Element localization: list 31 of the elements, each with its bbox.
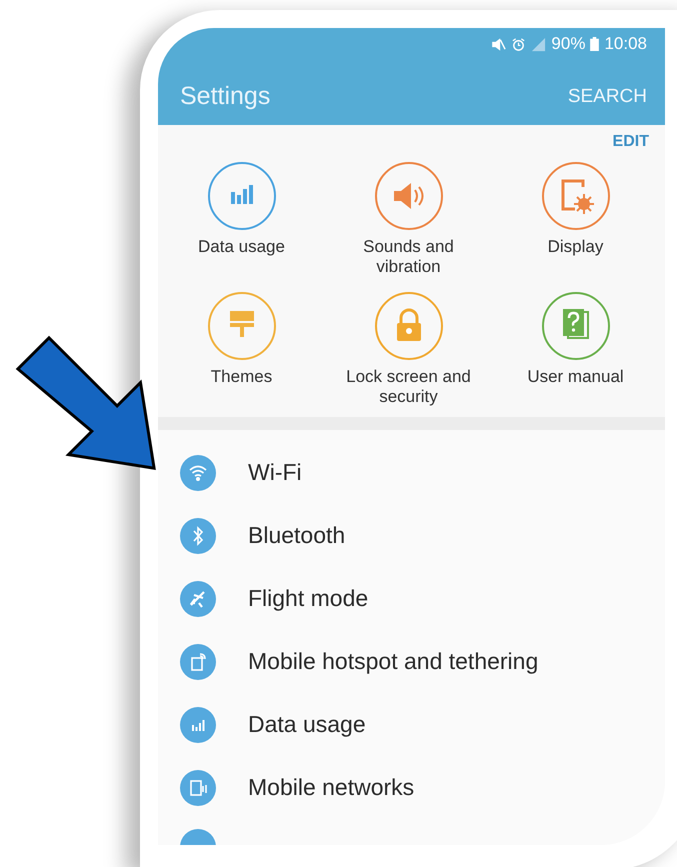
screen-title: Settings bbox=[180, 82, 270, 111]
quick-setting-icon[interactable] bbox=[540, 160, 610, 231]
setting-icon bbox=[180, 770, 216, 806]
quick-setting-icon[interactable] bbox=[206, 290, 276, 361]
quick-setting-label: Data usage bbox=[197, 236, 286, 257]
quick-setting-icon[interactable] bbox=[206, 160, 276, 231]
clock-time: 10:08 bbox=[604, 34, 647, 54]
quick-setting-label: User manual bbox=[526, 366, 625, 387]
battery-percent: 90% bbox=[551, 34, 586, 54]
quick-setting-icon[interactable] bbox=[374, 160, 444, 231]
setting-icon bbox=[180, 454, 216, 490]
quick-setting-label: Themes bbox=[210, 366, 274, 387]
settings-list-item[interactable]: Flight mode bbox=[180, 567, 665, 630]
quick-setting-icon[interactable] bbox=[540, 290, 610, 361]
settings-list-item[interactable]: Data usage bbox=[180, 693, 665, 756]
setting-icon bbox=[180, 644, 216, 680]
quick-setting-label: Lock screen and security bbox=[345, 366, 472, 407]
settings-list-item[interactable]: Mobile networks bbox=[180, 756, 665, 819]
quick-setting-label: Sounds and vibration bbox=[362, 236, 455, 277]
setting-icon bbox=[180, 518, 216, 554]
settings-list-item[interactable]: Bluetooth bbox=[180, 504, 665, 567]
setting-icon bbox=[180, 706, 216, 742]
quick-setting-label: Display bbox=[546, 236, 604, 257]
signal-icon bbox=[531, 36, 546, 52]
mute-icon bbox=[491, 36, 506, 52]
quick-setting-icon[interactable] bbox=[374, 290, 444, 361]
setting-icon bbox=[180, 580, 216, 616]
settings-list-item[interactable]: Wi-Fi bbox=[180, 441, 665, 504]
battery-icon bbox=[590, 37, 600, 51]
alarm-icon bbox=[511, 36, 526, 52]
settings-list-item[interactable]: Mobile hotspot and tethering bbox=[180, 630, 665, 693]
